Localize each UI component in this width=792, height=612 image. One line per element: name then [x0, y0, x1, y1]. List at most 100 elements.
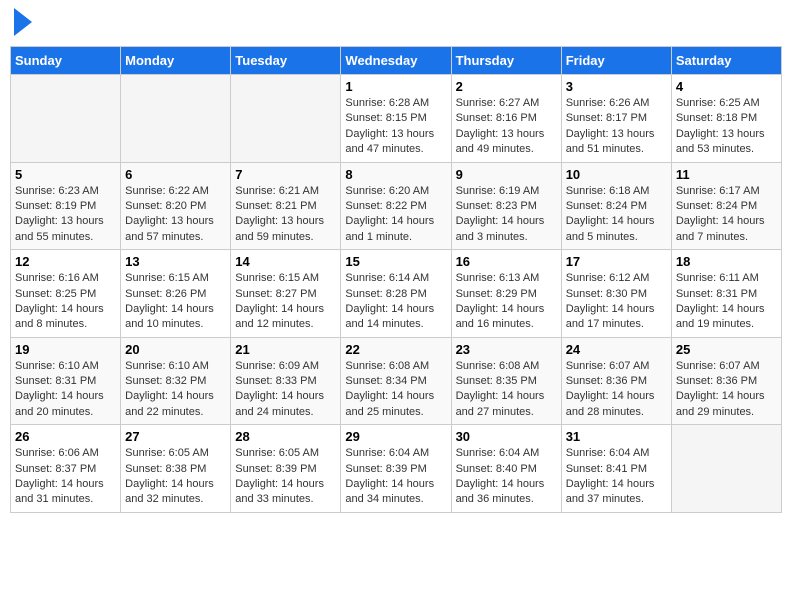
- calendar-cell: 23 Sunrise: 6:08 AM Sunset: 8:35 PM Dayl…: [451, 337, 561, 425]
- sunset-text: Sunset: 8:32 PM: [125, 375, 206, 387]
- day-info: Sunrise: 6:10 AM Sunset: 8:31 PM Dayligh…: [15, 359, 116, 421]
- day-info: Sunrise: 6:07 AM Sunset: 8:36 PM Dayligh…: [566, 359, 667, 421]
- sunset-text: Sunset: 8:38 PM: [125, 463, 206, 475]
- daylight-text: Daylight: 14 hours and 31 minutes.: [15, 478, 104, 505]
- sunrise-text: Sunrise: 6:14 AM: [345, 272, 429, 284]
- sunrise-text: Sunrise: 6:28 AM: [345, 97, 429, 109]
- day-info: Sunrise: 6:04 AM Sunset: 8:39 PM Dayligh…: [345, 446, 446, 508]
- day-number: 19: [15, 342, 116, 357]
- sunset-text: Sunset: 8:36 PM: [676, 375, 757, 387]
- daylight-text: Daylight: 13 hours and 51 minutes.: [566, 128, 655, 155]
- calendar-table: SundayMondayTuesdayWednesdayThursdayFrid…: [10, 46, 782, 513]
- calendar-cell: 30 Sunrise: 6:04 AM Sunset: 8:40 PM Dayl…: [451, 425, 561, 513]
- day-info: Sunrise: 6:08 AM Sunset: 8:35 PM Dayligh…: [456, 359, 557, 421]
- day-number: 7: [235, 167, 336, 182]
- day-info: Sunrise: 6:04 AM Sunset: 8:40 PM Dayligh…: [456, 446, 557, 508]
- day-info: Sunrise: 6:07 AM Sunset: 8:36 PM Dayligh…: [676, 359, 777, 421]
- sunrise-text: Sunrise: 6:22 AM: [125, 185, 209, 197]
- sunrise-text: Sunrise: 6:11 AM: [676, 272, 759, 284]
- calendar-week-4: 19 Sunrise: 6:10 AM Sunset: 8:31 PM Dayl…: [11, 337, 782, 425]
- daylight-text: Daylight: 14 hours and 1 minute.: [345, 215, 434, 242]
- calendar-week-2: 5 Sunrise: 6:23 AM Sunset: 8:19 PM Dayli…: [11, 162, 782, 250]
- sunrise-text: Sunrise: 6:09 AM: [235, 360, 319, 372]
- daylight-text: Daylight: 14 hours and 5 minutes.: [566, 215, 655, 242]
- day-number: 15: [345, 254, 446, 269]
- day-info: Sunrise: 6:05 AM Sunset: 8:38 PM Dayligh…: [125, 446, 226, 508]
- daylight-text: Daylight: 13 hours and 53 minutes.: [676, 128, 765, 155]
- calendar-cell: 20 Sunrise: 6:10 AM Sunset: 8:32 PM Dayl…: [121, 337, 231, 425]
- calendar-header-friday: Friday: [561, 47, 671, 75]
- calendar-week-1: 1 Sunrise: 6:28 AM Sunset: 8:15 PM Dayli…: [11, 75, 782, 163]
- calendar-cell: 28 Sunrise: 6:05 AM Sunset: 8:39 PM Dayl…: [231, 425, 341, 513]
- sunset-text: Sunset: 8:39 PM: [345, 463, 426, 475]
- logo: [10, 10, 32, 36]
- day-info: Sunrise: 6:28 AM Sunset: 8:15 PM Dayligh…: [345, 96, 446, 158]
- day-number: 25: [676, 342, 777, 357]
- calendar-cell: 17 Sunrise: 6:12 AM Sunset: 8:30 PM Dayl…: [561, 250, 671, 338]
- sunrise-text: Sunrise: 6:21 AM: [235, 185, 319, 197]
- daylight-text: Daylight: 14 hours and 3 minutes.: [456, 215, 545, 242]
- day-number: 10: [566, 167, 667, 182]
- calendar-cell: [121, 75, 231, 163]
- day-number: 9: [456, 167, 557, 182]
- daylight-text: Daylight: 14 hours and 10 minutes.: [125, 303, 214, 330]
- day-info: Sunrise: 6:26 AM Sunset: 8:17 PM Dayligh…: [566, 96, 667, 158]
- calendar-cell: 31 Sunrise: 6:04 AM Sunset: 8:41 PM Dayl…: [561, 425, 671, 513]
- sunset-text: Sunset: 8:33 PM: [235, 375, 316, 387]
- sunrise-text: Sunrise: 6:15 AM: [235, 272, 319, 284]
- calendar-cell: 9 Sunrise: 6:19 AM Sunset: 8:23 PM Dayli…: [451, 162, 561, 250]
- calendar-cell: 3 Sunrise: 6:26 AM Sunset: 8:17 PM Dayli…: [561, 75, 671, 163]
- day-info: Sunrise: 6:15 AM Sunset: 8:27 PM Dayligh…: [235, 271, 336, 333]
- sunrise-text: Sunrise: 6:06 AM: [15, 447, 99, 459]
- sunset-text: Sunset: 8:20 PM: [125, 200, 206, 212]
- daylight-text: Daylight: 13 hours and 47 minutes.: [345, 128, 434, 155]
- day-number: 28: [235, 429, 336, 444]
- sunset-text: Sunset: 8:22 PM: [345, 200, 426, 212]
- sunset-text: Sunset: 8:34 PM: [345, 375, 426, 387]
- calendar-cell: 22 Sunrise: 6:08 AM Sunset: 8:34 PM Dayl…: [341, 337, 451, 425]
- sunrise-text: Sunrise: 6:26 AM: [566, 97, 650, 109]
- calendar-cell: [11, 75, 121, 163]
- sunset-text: Sunset: 8:17 PM: [566, 112, 647, 124]
- sunset-text: Sunset: 8:31 PM: [676, 288, 757, 300]
- daylight-text: Daylight: 14 hours and 33 minutes.: [235, 478, 324, 505]
- sunrise-text: Sunrise: 6:04 AM: [456, 447, 540, 459]
- calendar-cell: 21 Sunrise: 6:09 AM Sunset: 8:33 PM Dayl…: [231, 337, 341, 425]
- sunset-text: Sunset: 8:21 PM: [235, 200, 316, 212]
- calendar-header-monday: Monday: [121, 47, 231, 75]
- daylight-text: Daylight: 13 hours and 57 minutes.: [125, 215, 214, 242]
- calendar-cell: 24 Sunrise: 6:07 AM Sunset: 8:36 PM Dayl…: [561, 337, 671, 425]
- calendar-cell: 29 Sunrise: 6:04 AM Sunset: 8:39 PM Dayl…: [341, 425, 451, 513]
- daylight-text: Daylight: 14 hours and 29 minutes.: [676, 390, 765, 417]
- calendar-cell: 13 Sunrise: 6:15 AM Sunset: 8:26 PM Dayl…: [121, 250, 231, 338]
- sunset-text: Sunset: 8:15 PM: [345, 112, 426, 124]
- day-number: 13: [125, 254, 226, 269]
- calendar-cell: 5 Sunrise: 6:23 AM Sunset: 8:19 PM Dayli…: [11, 162, 121, 250]
- day-info: Sunrise: 6:15 AM Sunset: 8:26 PM Dayligh…: [125, 271, 226, 333]
- sunrise-text: Sunrise: 6:08 AM: [456, 360, 540, 372]
- day-number: 23: [456, 342, 557, 357]
- sunset-text: Sunset: 8:28 PM: [345, 288, 426, 300]
- sunset-text: Sunset: 8:18 PM: [676, 112, 757, 124]
- day-number: 24: [566, 342, 667, 357]
- sunset-text: Sunset: 8:40 PM: [456, 463, 537, 475]
- calendar-header-wednesday: Wednesday: [341, 47, 451, 75]
- day-number: 1: [345, 79, 446, 94]
- sunset-text: Sunset: 8:23 PM: [456, 200, 537, 212]
- day-info: Sunrise: 6:16 AM Sunset: 8:25 PM Dayligh…: [15, 271, 116, 333]
- calendar-cell: 1 Sunrise: 6:28 AM Sunset: 8:15 PM Dayli…: [341, 75, 451, 163]
- calendar-cell: 2 Sunrise: 6:27 AM Sunset: 8:16 PM Dayli…: [451, 75, 561, 163]
- sunset-text: Sunset: 8:31 PM: [15, 375, 96, 387]
- day-info: Sunrise: 6:09 AM Sunset: 8:33 PM Dayligh…: [235, 359, 336, 421]
- sunrise-text: Sunrise: 6:10 AM: [125, 360, 209, 372]
- day-number: 21: [235, 342, 336, 357]
- sunrise-text: Sunrise: 6:05 AM: [125, 447, 209, 459]
- daylight-text: Daylight: 14 hours and 32 minutes.: [125, 478, 214, 505]
- sunset-text: Sunset: 8:36 PM: [566, 375, 647, 387]
- day-number: 16: [456, 254, 557, 269]
- daylight-text: Daylight: 14 hours and 27 minutes.: [456, 390, 545, 417]
- sunrise-text: Sunrise: 6:07 AM: [676, 360, 760, 372]
- sunrise-text: Sunrise: 6:04 AM: [345, 447, 429, 459]
- calendar-cell: [231, 75, 341, 163]
- calendar-header-sunday: Sunday: [11, 47, 121, 75]
